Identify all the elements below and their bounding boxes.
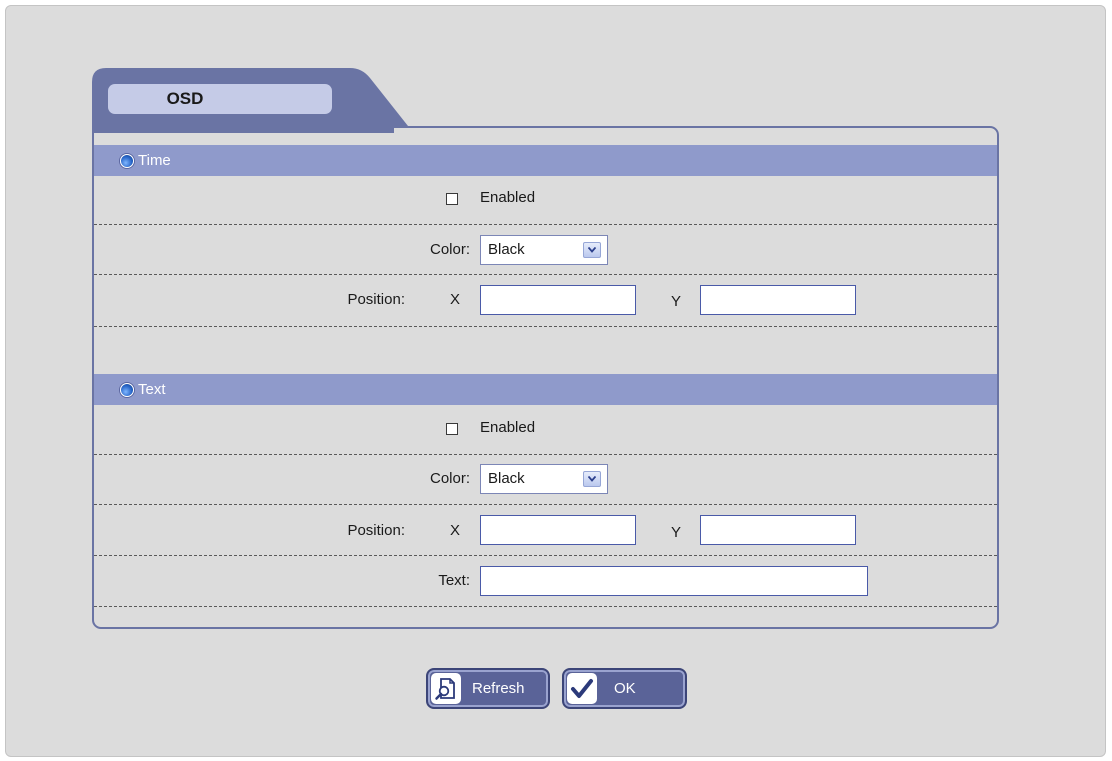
ok-button-label: OK	[614, 680, 636, 697]
refresh-button-label: Refresh	[472, 680, 525, 697]
chevron-down-icon[interactable]	[583, 242, 601, 258]
time-x-label: X	[450, 291, 461, 308]
text-enabled-label: Enabled	[480, 419, 536, 436]
text-position-label: Position:	[347, 522, 405, 539]
osd-panel: Time Enabled Color: Black Position: X Y …	[92, 126, 999, 629]
text-x-label: X	[450, 522, 461, 539]
text-color-label: Color:	[429, 470, 470, 487]
refresh-button[interactable]: Refresh	[426, 668, 550, 709]
text-color-value: Black	[488, 470, 525, 487]
text-y-label: Y	[671, 524, 682, 541]
refresh-document-icon	[431, 673, 461, 704]
text-y-input[interactable]	[700, 515, 856, 545]
time-position-label: Position:	[347, 291, 405, 308]
text-color-select[interactable]: Black	[480, 464, 608, 494]
time-color-select[interactable]: Black	[480, 235, 608, 265]
text-x-input[interactable]	[480, 515, 636, 545]
time-color-row: Color: Black	[94, 225, 997, 275]
text-enabled-checkbox[interactable]	[446, 423, 458, 435]
time-enabled-label: Enabled	[480, 189, 536, 206]
time-enabled-checkbox[interactable]	[446, 193, 458, 205]
text-text-input[interactable]	[480, 566, 868, 596]
time-section-header: Time	[94, 145, 997, 176]
blue-sphere-icon	[120, 153, 134, 168]
blue-sphere-icon	[120, 382, 134, 397]
text-section-header: Text	[94, 374, 997, 405]
time-position-row: Position: X Y	[94, 275, 997, 327]
time-color-label: Color:	[429, 241, 470, 258]
time-x-input[interactable]	[480, 285, 636, 315]
time-color-value: Black	[488, 241, 525, 258]
text-text-row: Text:	[94, 556, 997, 607]
text-position-row: Position: X Y	[94, 505, 997, 556]
text-color-row: Color: Black	[94, 455, 997, 505]
time-section-title: Time	[138, 152, 171, 169]
panel-top-edge	[94, 128, 394, 133]
tab-label: OSD	[108, 84, 332, 114]
ok-button[interactable]: OK	[562, 668, 687, 709]
chevron-down-icon[interactable]	[583, 471, 601, 487]
text-enabled-row: Enabled	[94, 405, 997, 455]
checkmark-icon	[567, 673, 597, 704]
time-y-input[interactable]	[700, 285, 856, 315]
text-text-label: Text:	[438, 572, 470, 589]
time-enabled-row: Enabled	[94, 176, 997, 225]
text-section-title: Text	[138, 381, 166, 398]
time-y-label: Y	[671, 293, 682, 310]
